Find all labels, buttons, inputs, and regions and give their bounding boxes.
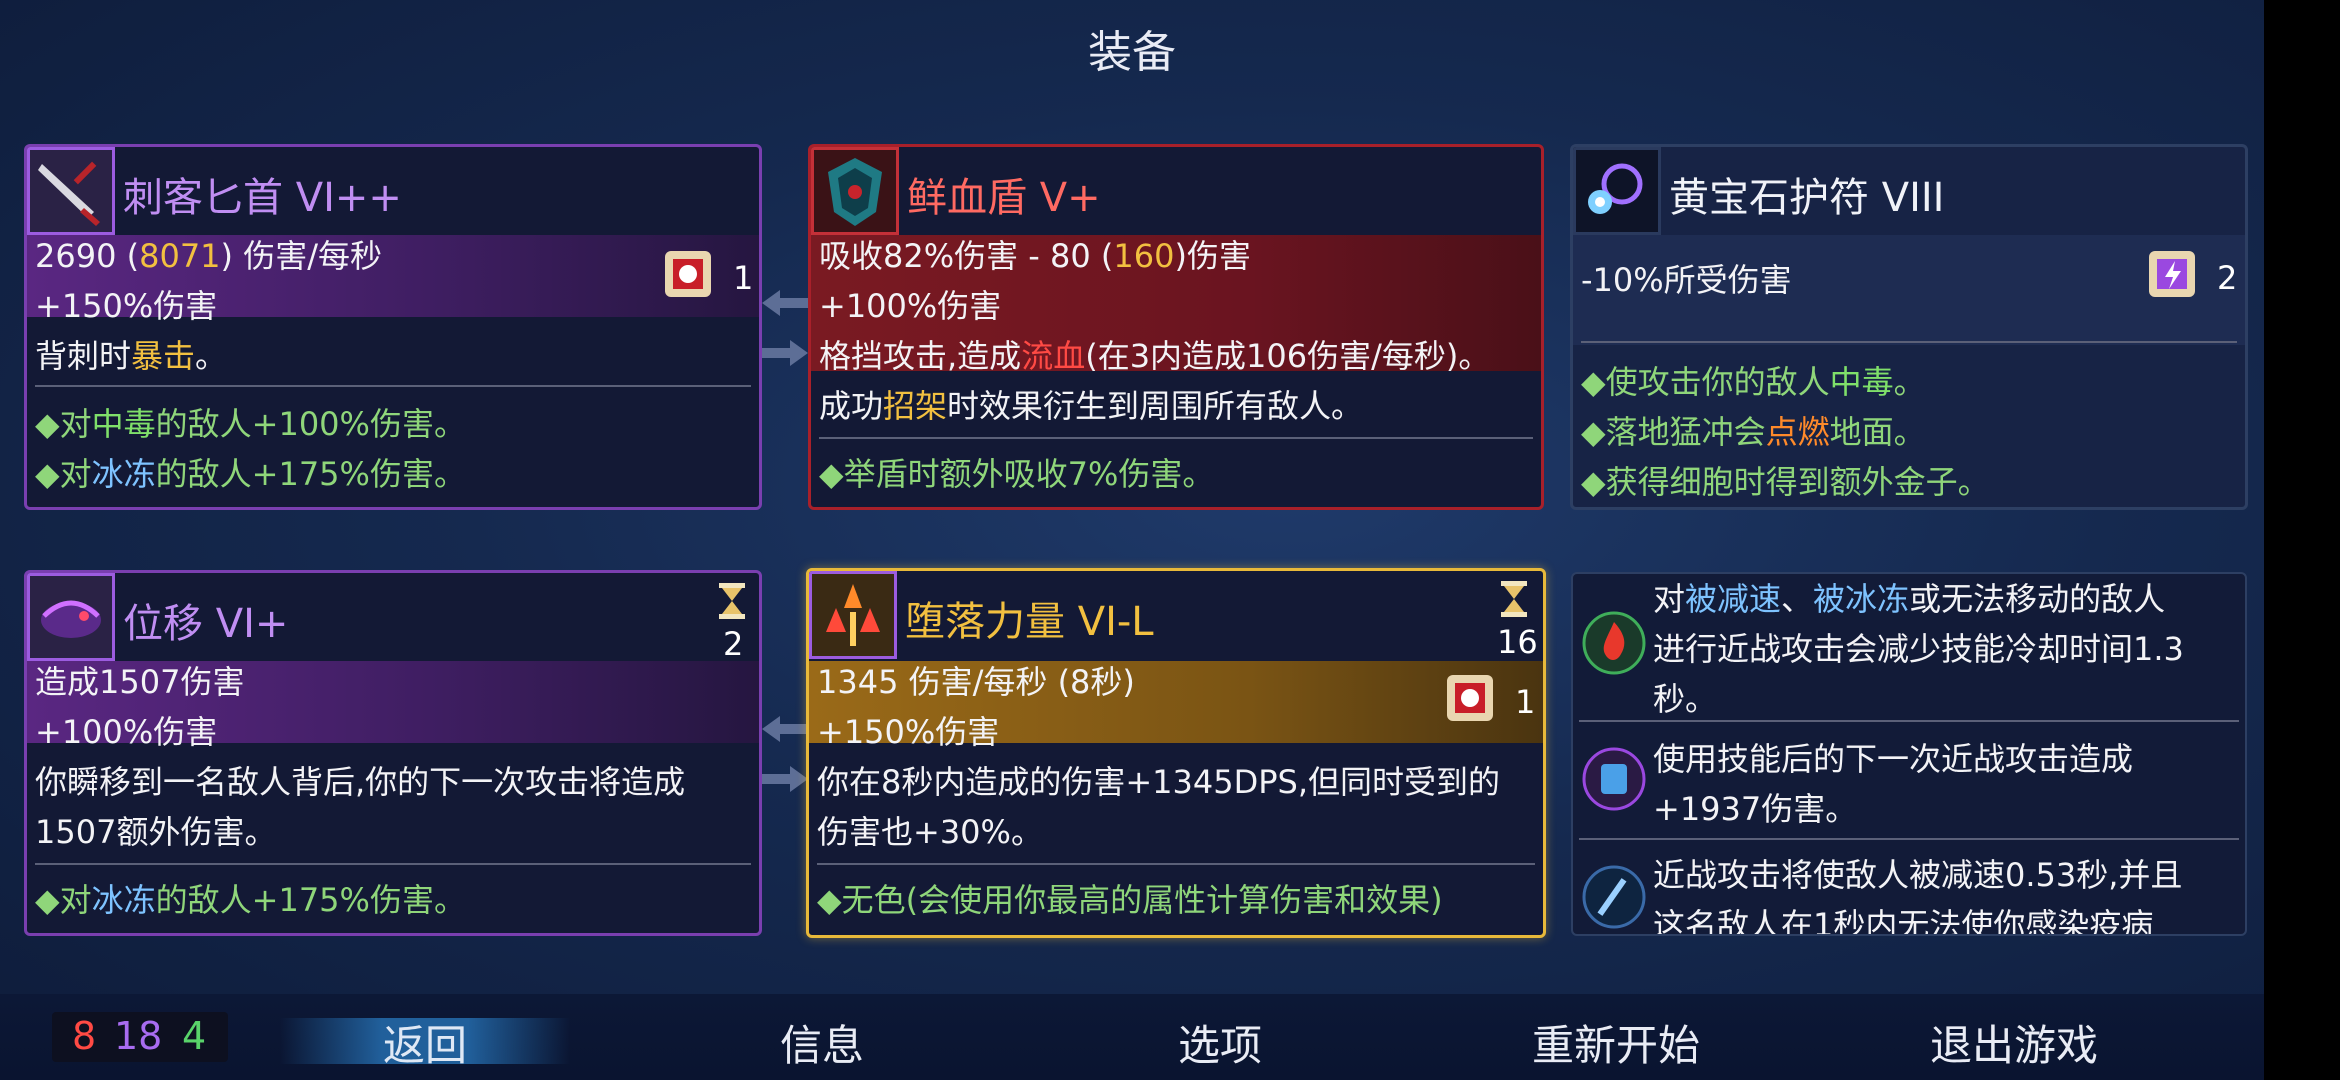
swap-left-arrow-icon[interactable]: [762, 714, 808, 744]
swap-right-arrow-icon[interactable]: [762, 764, 808, 794]
divider: [819, 437, 1533, 439]
damage-line: 1345 伤害/每秒 (8秒): [817, 663, 1135, 701]
info-button[interactable]: 信息: [672, 1012, 972, 1073]
swap-right-arrow-icon[interactable]: [762, 338, 808, 368]
weapon-card-assassin-dagger[interactable]: 刺客匕首 VI++ 2690 (8071) 伤害/每秒 +150%伤害 背刺时暴…: [24, 144, 762, 510]
card-title: 位移 VI+: [123, 601, 289, 647]
affix-line: ◆对冰冻的敌人+175%伤害。: [35, 455, 466, 493]
survival-count: 4: [182, 1014, 207, 1058]
mutations-panel: 对被减速、被冰冻或无法移动的敌人 进行近战攻击会减少技能冷却时间1.3 秒。 使…: [1571, 572, 2247, 936]
mutation-desc: 使用技能后的下一次近战攻击造成 +1937伤害。: [1653, 740, 2134, 828]
absorb-line: 吸收82%伤害 - 80 (160)伤害: [819, 237, 1251, 275]
scroll-count: 1: [733, 259, 754, 297]
fallen-power-icon: [809, 571, 897, 659]
card-title: 鲜血盾 V+: [907, 175, 1101, 221]
scroll-count: 1: [1515, 683, 1536, 721]
hourglass-icon: [719, 583, 745, 619]
scroll-count: 2: [2217, 259, 2238, 297]
shield-card-blood-shield[interactable]: 鲜血盾 V+ 吸收82%伤害 - 80 (160)伤害 +100%伤害 格挡攻击…: [808, 144, 1544, 510]
dagger-icon: [27, 147, 115, 235]
swap-left-arrow-icon[interactable]: [762, 288, 808, 318]
bonus-damage-line: +100%伤害: [819, 287, 1002, 325]
divider: [35, 385, 751, 387]
bonus-damage-line: +150%伤害: [817, 713, 1000, 751]
effect-line: 你在8秒内造成的伤害+1345DPS,但同时受到的: [817, 763, 1501, 801]
effect-line: 伤害也+30%。: [817, 813, 1043, 851]
back-button[interactable]: 返回: [275, 1012, 575, 1073]
restart-button[interactable]: 重新开始: [1466, 1012, 1766, 1073]
screen-edge: [2264, 0, 2340, 1080]
affix-line: ◆使攻击你的敌人中毒。: [1581, 363, 1926, 401]
divider: [1581, 341, 2237, 343]
scroll-mutation-icon[interactable]: [1579, 744, 1649, 814]
divider: [1579, 720, 2239, 722]
options-button[interactable]: 选项: [1070, 1012, 1370, 1073]
damage-line: 2690 (8071) 伤害/每秒: [35, 237, 382, 275]
divider: [817, 863, 1535, 865]
tactics-count: 18: [114, 1014, 163, 1058]
affix-line: ◆落地猛冲会点燃地面。: [1581, 413, 1926, 451]
bonus-damage-line: +100%伤害: [35, 713, 218, 751]
card-title: 黄宝石护符 VIII: [1669, 175, 1945, 221]
card-title: 堕落力量 VI-L: [905, 599, 1154, 645]
affix-line: ◆获得细胞时得到额外金子。: [1581, 463, 1990, 501]
affix-line: ◆对中毒的敌人+100%伤害。: [35, 405, 466, 443]
effect-line: 背刺时暴击。: [35, 337, 228, 375]
brutality-scroll-icon: [665, 251, 711, 297]
tactics-scroll-icon: [2149, 251, 2195, 297]
teleport-icon: [27, 573, 115, 661]
affix-line: ◆对冰冻的敌人+175%伤害。: [35, 881, 466, 919]
ice-axe-mutation-icon[interactable]: [1579, 862, 1649, 932]
skill-card-teleport[interactable]: 位移 VI+ 2 造成1507伤害 +100%伤害 你瞬移到一名敌人背后,你的下…: [24, 570, 762, 936]
mutation-desc: 对被减速、被冰冻或无法移动的敌人 进行近战攻击会减少技能冷却时间1.3 秒。: [1653, 580, 2184, 718]
skill-card-fallen-power[interactable]: 堕落力量 VI-L 16 1345 伤害/每秒 (8秒) +150%伤害 1 你…: [806, 568, 1546, 938]
page-title: 装备: [1088, 27, 1176, 78]
affix-line: ◆无色(会使用你最高的属性计算伤害和效果): [817, 881, 1443, 919]
damage-line: 造成1507伤害: [35, 663, 245, 701]
effect-line: 你瞬移到一名敌人背后,你的下一次攻击将造成: [35, 763, 686, 801]
scroll-stats: 8 18 4: [52, 1012, 228, 1062]
defense-line: -10%所受伤害: [1581, 261, 1792, 299]
amulet-icon: [1573, 147, 1661, 235]
card-title: 刺客匕首 VI++: [123, 175, 402, 221]
effect-line: 格挡攻击,造成流血(在3内造成106伤害/每秒)。: [819, 337, 1491, 375]
fire-mutation-icon[interactable]: [1579, 608, 1649, 678]
divider: [35, 863, 751, 865]
hourglass-icon: [1501, 581, 1527, 617]
cooldown-count: 2: [723, 625, 744, 663]
quit-game-button[interactable]: 退出游戏: [1864, 1012, 2164, 1073]
shield-icon: [811, 147, 899, 235]
mutation-desc: 近战攻击将使敌人被减速0.53秒,并且 这名敌人在1秒内无法使你感染疫病: [1653, 856, 2183, 936]
affix-line: ◆举盾时额外吸收7%伤害。: [819, 455, 1215, 493]
cooldown-count: 16: [1497, 623, 1538, 661]
divider: [1579, 838, 2239, 840]
effect-line: 1507额外伤害。: [35, 813, 277, 851]
bonus-damage-line: +150%伤害: [35, 287, 218, 325]
brutality-scroll-icon: [1447, 675, 1493, 721]
effect-line: 成功招架时效果衍生到周围所有敌人。: [819, 387, 1364, 425]
brutality-count: 8: [72, 1014, 97, 1058]
amulet-card-topaz[interactable]: 黄宝石护符 VIII -10%所受伤害 2 ◆使攻击你的敌人中毒。 ◆落地猛冲会…: [1570, 144, 2248, 510]
